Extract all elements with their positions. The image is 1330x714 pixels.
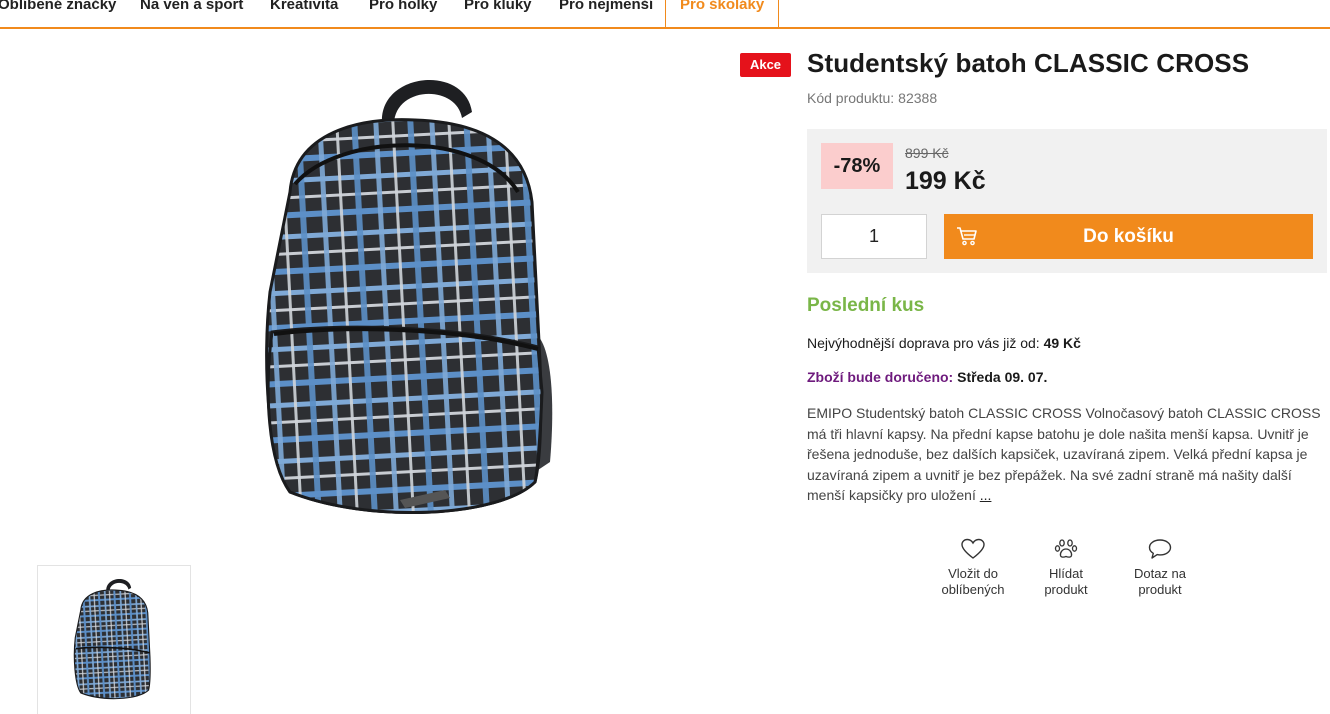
favorites-label-line1: Vložit do (948, 566, 998, 581)
chat-bubble-icon (1148, 539, 1172, 559)
current-price: 199 Kč (905, 167, 986, 195)
read-more-link[interactable]: ... (980, 487, 992, 503)
top-navigation: Oblíbené značky Na ven a sport Kreativit… (0, 0, 1330, 29)
description-text: EMIPO Studentský batoh CLASSIC CROSS Vol… (807, 405, 1321, 503)
nav-item-pro-skolaky[interactable]: Pro školáky (665, 0, 780, 27)
shipping-price: 49 Kč (1043, 335, 1081, 351)
old-price: 899 Kč (905, 145, 949, 161)
product-code: Kód produktu: 82388 (807, 90, 937, 106)
nav-item-oblibene-znacky[interactable]: Oblíbené značky (0, 0, 116, 13)
watch-product-button[interactable]: Hlídat produkt (1016, 538, 1116, 598)
question-label-line2: produkt (1138, 582, 1182, 597)
delivery-date: Středa 09. 07. (957, 369, 1048, 385)
watch-label-line1: Hlídat (1049, 566, 1083, 581)
delivery-label: Zboží bude doručeno: (807, 369, 954, 385)
nav-item-pro-holky[interactable]: Pro holky (369, 0, 437, 13)
nav-item-na-ven-a-sport[interactable]: Na ven a sport (140, 0, 243, 13)
favorites-label-line2: oblíbených (941, 582, 1005, 597)
cart-icon (957, 227, 977, 246)
ask-question-button[interactable]: Dotaz na produkt (1110, 538, 1210, 598)
product-main-image[interactable] (250, 62, 570, 532)
discount-badge: -78% (821, 143, 893, 189)
add-to-cart-button[interactable]: Do košíku (944, 214, 1313, 259)
watch-label-line2: produkt (1044, 582, 1088, 597)
shipping-info: Nejvýhodnější doprava pro vás již od: 49… (807, 335, 1081, 351)
add-to-favorites-button[interactable]: Vložit do oblíbených (923, 538, 1023, 598)
product-description: EMIPO Studentský batoh CLASSIC CROSS Vol… (807, 403, 1322, 506)
product-title: Studentský batoh CLASSIC CROSS (807, 48, 1250, 78)
nav-item-pro-kluky[interactable]: Pro kluky (464, 0, 532, 13)
stock-status: Poslední kus (807, 295, 925, 316)
nav-item-kreativita[interactable]: Kreativita (270, 0, 338, 13)
thumbnail-image (73, 578, 151, 700)
sale-badge: Akce (740, 53, 791, 77)
product-code-value: 82388 (898, 90, 938, 106)
product-code-label: Kód produktu: (807, 90, 895, 106)
product-thumbnail[interactable] (37, 565, 191, 714)
question-label-line1: Dotaz na (1133, 566, 1187, 581)
quantity-input[interactable]: 1 (821, 214, 927, 259)
shipping-text: Nejvýhodnější doprava pro vás již od: (807, 335, 1040, 351)
paw-icon (1054, 539, 1078, 558)
delivery-info: Zboží bude doručeno: Středa 09. 07. (807, 369, 1047, 385)
nav-item-pro-nejmensi[interactable]: Pro nejmenší (559, 0, 653, 13)
price-box: -78% 899 Kč 199 Kč 1 Do košíku (807, 129, 1327, 273)
heart-icon (961, 538, 985, 559)
add-to-cart-label: Do košíku (1083, 226, 1174, 247)
